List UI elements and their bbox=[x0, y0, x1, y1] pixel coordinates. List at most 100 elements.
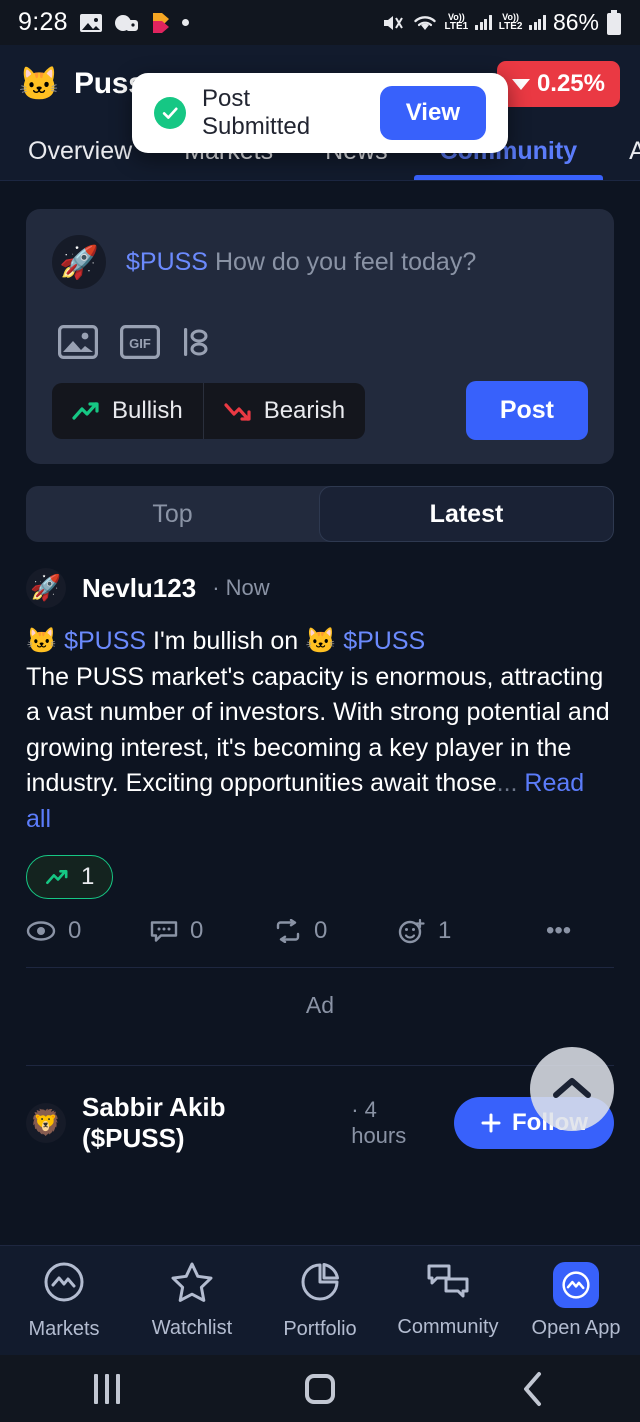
comment-action[interactable]: 0 bbox=[150, 917, 274, 945]
price-change-badge: 0.25% bbox=[496, 61, 620, 107]
cmc-logo-icon bbox=[42, 1260, 86, 1309]
post-headline: I'm bullish on bbox=[153, 627, 299, 655]
bullish-label: Bullish bbox=[112, 396, 183, 424]
nav-item-community[interactable]: Community bbox=[384, 1262, 512, 1339]
post-ticker-2[interactable]: $PUSS bbox=[343, 627, 425, 655]
ad-label: Ad bbox=[305, 992, 335, 1018]
status-time: 9:28 bbox=[18, 8, 68, 36]
post-submitted-toast: Post Submitted View bbox=[132, 73, 508, 153]
bearish-label: Bearish bbox=[263, 396, 346, 424]
chat-bubbles-icon bbox=[426, 1262, 470, 1307]
post-header: 🚀 Nevlu123 · Now bbox=[26, 568, 614, 608]
bullish-toggle[interactable]: Bullish bbox=[52, 383, 203, 439]
post-ticker[interactable]: $PUSS bbox=[64, 627, 146, 655]
battery-icon bbox=[606, 9, 622, 36]
nav-label-watchlist: Watchlist bbox=[151, 1317, 233, 1339]
mute-icon bbox=[381, 12, 405, 34]
image-icon[interactable] bbox=[58, 325, 98, 359]
post-ticker-emoji: 🐱 bbox=[26, 627, 58, 655]
sentiment-count: 1 bbox=[81, 863, 95, 890]
sim2-volte-icon: Vo)) LTE2 bbox=[499, 13, 523, 32]
price-change-value: 0.25% bbox=[536, 70, 605, 97]
image-icon bbox=[79, 12, 103, 34]
post-sentiment-badge[interactable]: 1 bbox=[26, 855, 114, 899]
sim2-network-label: LTE2 bbox=[498, 21, 523, 32]
wifi-icon bbox=[412, 13, 438, 33]
sentiment-toggle-group: Bullish Bearish bbox=[52, 382, 366, 439]
status-bar-right: Vo)) LTE1 Vo)) LTE2 86% bbox=[381, 9, 622, 36]
composer-attachments: GIF bbox=[58, 325, 588, 359]
composer-ticker: $PUSS bbox=[126, 247, 208, 276]
repost-action[interactable]: 0 bbox=[274, 917, 398, 945]
community-feed: 🚀 $PUSS How do you feel today? GIF Bulli… bbox=[0, 181, 640, 1153]
post-username[interactable]: Sabbir Akib ($PUSS) bbox=[82, 1092, 335, 1153]
post-username[interactable]: Nevlu123 bbox=[82, 573, 196, 604]
cmc-logo-icon bbox=[553, 1261, 599, 1308]
post-text: The PUSS market's capacity is enormous, … bbox=[26, 662, 610, 798]
tab-about[interactable]: A bbox=[603, 137, 640, 180]
nav-item-markets[interactable]: Markets bbox=[0, 1260, 128, 1341]
post-truncation: ... bbox=[496, 769, 518, 797]
sim2-signal-icon bbox=[529, 15, 546, 30]
nav-item-portfolio[interactable]: Portfolio bbox=[256, 1260, 384, 1341]
post-timestamp: · Now bbox=[212, 575, 270, 600]
post-composer[interactable]: 🚀 $PUSS How do you feel today? GIF Bulli… bbox=[26, 209, 614, 464]
segment-top[interactable]: Top bbox=[26, 486, 319, 542]
sim1-volte-icon: Vo)) LTE1 bbox=[445, 13, 469, 32]
composer-actions: Bullish Bearish Post bbox=[52, 381, 588, 440]
toast-message: Post Submitted bbox=[202, 85, 311, 140]
recents-icon[interactable] bbox=[47, 1373, 167, 1404]
android-navigation-bar bbox=[0, 1355, 640, 1422]
post-timestamp-value: Now bbox=[225, 575, 270, 600]
dot-icon bbox=[181, 19, 189, 26]
more-options-icon[interactable]: ••• bbox=[546, 917, 571, 945]
nav-item-watchlist[interactable]: Watchlist bbox=[128, 1261, 256, 1340]
reaction-action[interactable]: 1 bbox=[398, 917, 522, 945]
composer-avatar: 🚀 bbox=[52, 235, 106, 289]
coin-avatar: 🐱 bbox=[18, 64, 60, 102]
svg-text:GIF: GIF bbox=[129, 336, 151, 351]
composer-input-row[interactable]: 🚀 $PUSS How do you feel today? bbox=[52, 235, 588, 289]
post-timestamp-value: 4 hours bbox=[351, 1097, 407, 1148]
post-button[interactable]: Post bbox=[465, 381, 588, 440]
feed-sort-segment: Top Latest bbox=[26, 486, 614, 542]
avatar[interactable]: 🚀 bbox=[26, 568, 66, 608]
views-action[interactable]: 0 bbox=[26, 917, 150, 945]
post-action-bar: 0 0 0 1 ••• bbox=[26, 917, 614, 945]
battery-percent: 86% bbox=[552, 9, 599, 35]
status-bar: 9:28 Vo)) LTE1 Vo)) LTE2 86% bbox=[0, 0, 640, 45]
composer-placeholder[interactable]: $PUSS How do you feel today? bbox=[126, 248, 476, 277]
views-count: 0 bbox=[68, 917, 82, 944]
segment-latest[interactable]: Latest bbox=[319, 486, 614, 542]
nav-label-markets: Markets bbox=[28, 1318, 100, 1340]
feed-post: 🚀 Nevlu123 · Now 🐱 $PUSS I'm bullish on … bbox=[0, 542, 640, 1066]
repost-count: 0 bbox=[314, 917, 328, 944]
sim1-network-label: LTE1 bbox=[444, 21, 469, 32]
bearish-toggle[interactable]: Bearish bbox=[202, 382, 365, 439]
post-header: 🦁 Sabbir Akib ($PUSS) · 4 hours Follow bbox=[26, 1092, 614, 1153]
caret-down-icon bbox=[511, 78, 530, 90]
post-timestamp: · 4 hours bbox=[351, 1097, 407, 1148]
avatar[interactable]: 🦁 bbox=[26, 1103, 66, 1143]
chevron-up-icon bbox=[553, 1078, 591, 1098]
status-bar-left: 9:28 bbox=[18, 8, 189, 37]
nav-label-open-app: Open App bbox=[531, 1316, 621, 1339]
nav-label-community: Community bbox=[397, 1316, 499, 1338]
check-circle-icon bbox=[154, 97, 186, 129]
pie-chart-icon bbox=[298, 1260, 342, 1309]
gif-icon[interactable]: GIF bbox=[120, 325, 160, 359]
composer-placeholder-text: How do you feel today? bbox=[214, 247, 477, 276]
back-icon[interactable] bbox=[473, 1371, 593, 1407]
sim1-signal-icon bbox=[475, 15, 492, 30]
home-icon[interactable] bbox=[260, 1373, 380, 1404]
view-post-button[interactable]: View bbox=[379, 86, 486, 140]
nav-item-open-app[interactable]: Open App bbox=[512, 1261, 640, 1340]
nav-label-portfolio: Portfolio bbox=[283, 1318, 357, 1340]
bottom-navigation: Markets Watchlist Portfolio Community Op… bbox=[0, 1245, 640, 1355]
scroll-to-top-button[interactable] bbox=[530, 1047, 614, 1131]
post-ticker-emoji-2: 🐱 bbox=[305, 627, 337, 655]
post-body: 🐱 $PUSS I'm bullish on 🐱 $PUSS The PUSS … bbox=[26, 624, 614, 837]
star-icon bbox=[170, 1261, 214, 1308]
reaction-count: 1 bbox=[438, 917, 452, 944]
poll-icon[interactable] bbox=[182, 325, 210, 359]
